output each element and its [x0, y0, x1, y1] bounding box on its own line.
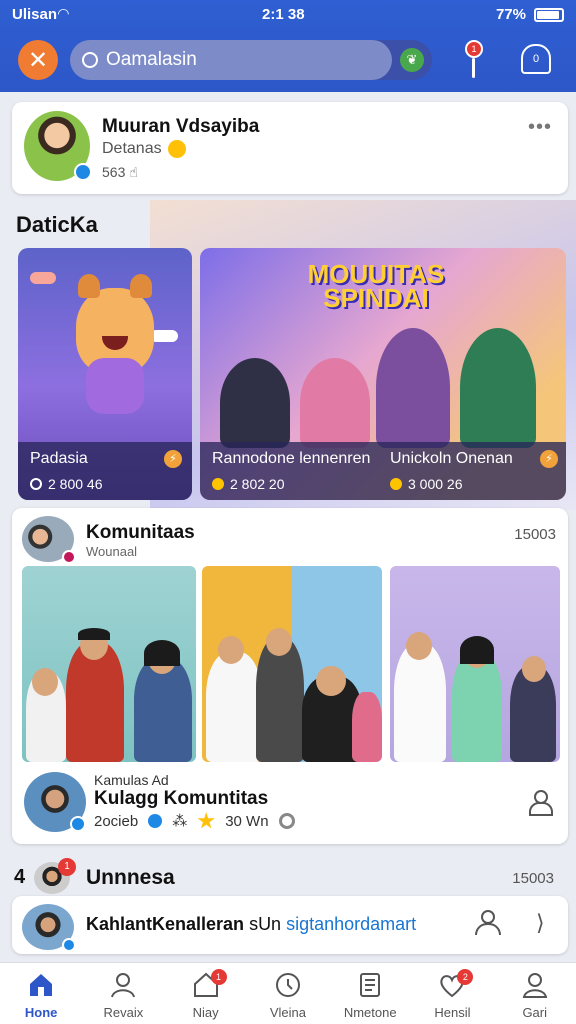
- post-kicker: Kamulas Ad: [94, 772, 169, 788]
- battery-icon: [534, 7, 564, 22]
- status-bar: Ulisan ◠ 2:1 38 77%: [0, 0, 576, 30]
- person-icon: [111, 973, 136, 998]
- app-logo-button[interactable]: ✕: [18, 40, 58, 80]
- profile-subtitle: Detanas: [102, 140, 186, 158]
- person-figure: [376, 328, 450, 448]
- nav-badge: 1: [210, 969, 227, 985]
- pin-badge: 1: [465, 40, 483, 58]
- avatar[interactable]: 1: [34, 858, 76, 894]
- battery-percent: 77%: [495, 6, 526, 23]
- nav-item-nmetone[interactable]: Nmetone: [329, 963, 411, 1024]
- avatar[interactable]: [24, 772, 86, 832]
- card-title: Unickoln Onenan: [390, 450, 513, 467]
- community-subtitle: Wounaal: [86, 544, 138, 559]
- card-caption: Rannodone lennenren 2 802 20 Unickoln On…: [200, 442, 566, 500]
- community-count: 15003: [514, 526, 556, 543]
- info-icon: [148, 814, 163, 828]
- home-icon: [30, 974, 52, 996]
- star-icon: [197, 812, 215, 829]
- notification-bell-button[interactable]: 0: [521, 44, 551, 74]
- cloud-icon: [30, 272, 56, 284]
- card-meta: 2 800 46: [30, 476, 103, 492]
- wifi-icon: ◠: [58, 5, 69, 21]
- list-item-text: KahlantKenalleran sUn sigtanhordamart: [86, 914, 417, 934]
- top-bar: Ulisan ◠ 2:1 38 77% ✕ Oamalasin ❦ 1 0: [0, 0, 576, 92]
- list-item[interactable]: KahlantKenalleran sUn sigtanhordamart ⟩: [12, 896, 568, 954]
- search-placeholder: Oamalasin: [106, 49, 197, 70]
- verified-badge-icon: [70, 816, 86, 832]
- card-caption: Padasia ⚡ 2 800 46: [18, 442, 192, 500]
- search-input[interactable]: Oamalasin: [70, 40, 392, 80]
- verified-badge-icon: [62, 938, 76, 952]
- person-figure: [460, 328, 536, 448]
- mascot-body: [86, 358, 144, 414]
- carrier-label: Ulisan: [12, 6, 58, 23]
- clock-icon: [275, 973, 300, 997]
- card-meta: 3 000 26: [390, 476, 463, 492]
- bolt-icon: ⚡: [164, 450, 182, 468]
- community-photo[interactable]: [202, 566, 382, 762]
- nav-item-vleina[interactable]: Vleina: [247, 963, 329, 1024]
- nav-item-niay[interactable]: 1 Niay: [165, 963, 247, 1024]
- community-card[interactable]: Komunitaas Wounaal 15003 Kamulas Ad Kula…: [12, 508, 568, 844]
- person-figure: [220, 358, 290, 448]
- verified-badge-icon: [74, 163, 92, 181]
- nav-item-revaix[interactable]: Revaix: [82, 963, 164, 1024]
- user-icon[interactable]: [474, 910, 501, 938]
- community-photo[interactable]: [22, 566, 196, 762]
- card-title: Rannodone lennenren: [212, 450, 371, 467]
- loading-icon: [278, 813, 295, 829]
- person-figure: [300, 358, 370, 448]
- post-name: Kulagg Komuntitas: [94, 788, 269, 809]
- profile-name: Muuran Vdsayiba: [102, 116, 260, 137]
- bell-count: 0: [532, 53, 540, 65]
- pin-button[interactable]: 1: [462, 40, 486, 80]
- badge-icon: [62, 550, 76, 564]
- post-meta: 2ocieb ⁂ 30 Wn: [94, 812, 295, 830]
- card-meta: 2 802 20: [212, 476, 285, 492]
- featured-card[interactable]: MOUUITAS SPINDAI Rannodone lennenren 2 8…: [200, 248, 566, 500]
- search-bar[interactable]: Oamalasin ❦: [70, 40, 432, 80]
- more-options-icon[interactable]: •••: [528, 116, 552, 139]
- community-photo[interactable]: [390, 566, 560, 762]
- bottom-nav: Hone Revaix 1 Niay Vleina Nmetone 2 Hens…: [0, 962, 576, 1024]
- featured-card[interactable]: Padasia ⚡ 2 800 46: [18, 248, 192, 500]
- card-title: Padasia: [30, 450, 88, 467]
- section-title: Unnnesa: [86, 866, 175, 889]
- community-title: Komunitaas: [86, 522, 195, 543]
- user-icon: [522, 973, 547, 998]
- pin-icon: [472, 58, 475, 78]
- avatar[interactable]: [22, 516, 76, 564]
- nav-badge: 2: [457, 969, 474, 985]
- list-item-link[interactable]: sigtanhordamart: [286, 914, 416, 934]
- emoji-icon: [167, 140, 186, 158]
- section-count: 15003: [512, 870, 554, 887]
- nav-item-home[interactable]: Hone: [0, 963, 82, 1024]
- sparkle-icon: ⁂: [172, 813, 188, 830]
- status-time: 2:1 38: [262, 6, 305, 23]
- section-number: 4: [14, 866, 26, 888]
- profile-count: 563 ☝: [102, 164, 138, 180]
- nav-item-gari[interactable]: Gari: [494, 963, 576, 1024]
- leaf-icon[interactable]: ❦: [400, 48, 424, 72]
- like-icon: ☝: [129, 164, 138, 180]
- bolt-icon: ⚡: [540, 450, 558, 468]
- banner-title: MOUUITAS SPINDAI: [307, 259, 445, 313]
- section-title: DaticKa: [16, 212, 98, 237]
- nav-item-hensil[interactable]: 2 Hensil: [411, 963, 493, 1024]
- cloud-icon: [150, 330, 178, 342]
- user-icon[interactable]: [528, 790, 553, 816]
- notification-badge: 1: [58, 858, 76, 876]
- cursor-icon: ⟩: [536, 910, 545, 935]
- avatar[interactable]: [24, 111, 92, 181]
- profile-card[interactable]: Muuran Vdsayiba Detanas 563 ☝ •••: [12, 102, 568, 194]
- avatar[interactable]: [22, 904, 76, 952]
- document-icon: [360, 973, 381, 997]
- search-icon: [82, 52, 98, 68]
